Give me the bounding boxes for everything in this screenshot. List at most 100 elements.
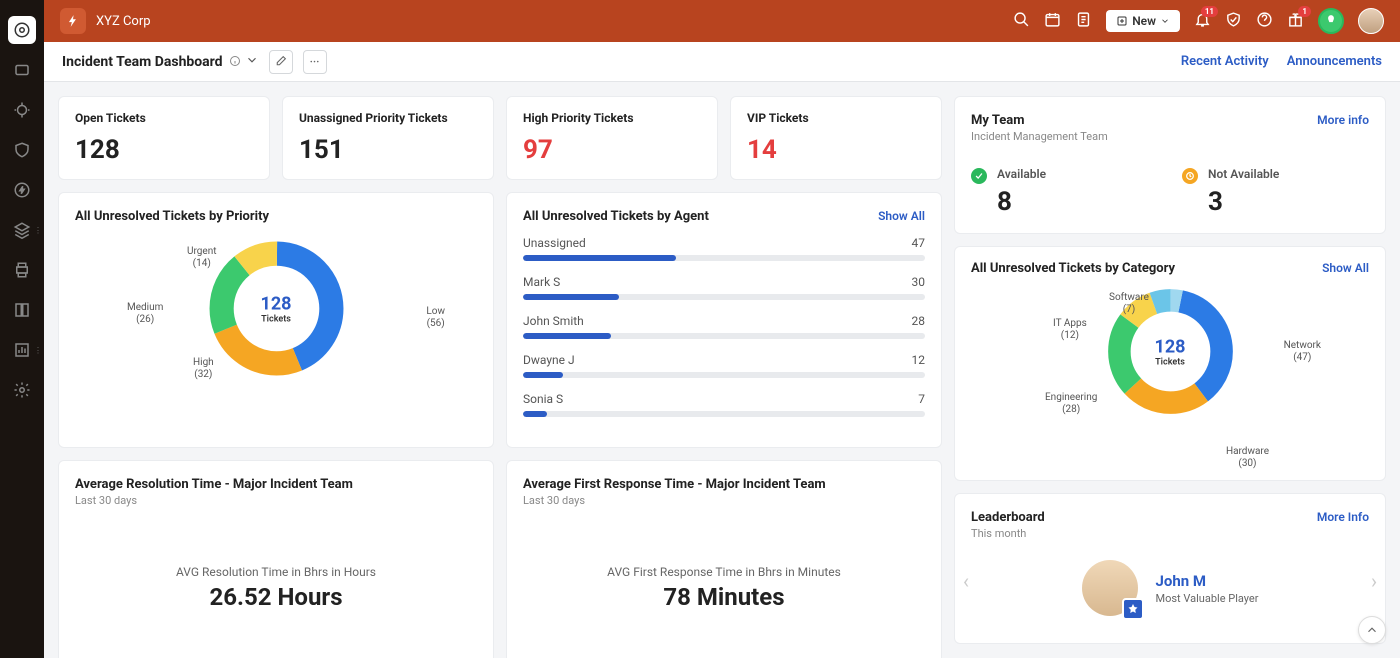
leader-more-info[interactable]: More Info <box>1317 510 1369 524</box>
help-icon[interactable] <box>1256 11 1273 32</box>
cat-label-software: Software(7) <box>1109 292 1149 316</box>
response-title: Average First Response Time - Major Inci… <box>523 477 925 492</box>
not-available-icon <box>1182 168 1198 184</box>
more-button[interactable] <box>303 50 327 74</box>
stat-label: Unassigned Priority Tickets <box>299 111 477 125</box>
not-available-label: Not Available <box>1208 167 1279 181</box>
leaderboard-card: More Info Leaderboard This month ‹ › Joh… <box>954 493 1386 644</box>
leader-avatar <box>1082 560 1138 616</box>
resolution-metric-value: 26.52 Hours <box>75 583 477 611</box>
stat-label: VIP Tickets <box>747 111 925 125</box>
agent-count: 28 <box>912 314 926 328</box>
stats-row: Open Tickets 128 Unassigned Priority Ticke… <box>58 96 942 180</box>
leader-name: John M <box>1156 572 1259 590</box>
sidebar-item-print[interactable] <box>8 256 36 284</box>
header: XYZ Corp New 11 1 <box>44 0 1400 42</box>
stat-label: High Priority Tickets <box>523 111 701 125</box>
mvp-badge-icon <box>1122 598 1144 620</box>
announcements-link[interactable]: Announcements <box>1287 54 1382 69</box>
stat-card[interactable]: Unassigned Priority Tickets 151 <box>282 96 494 180</box>
gift-icon[interactable]: 1 <box>1287 11 1304 32</box>
agent-name: Mark S <box>523 275 560 289</box>
agent-count: 7 <box>918 392 925 406</box>
category-total-label: Tickets <box>1155 357 1186 367</box>
agent-row: John Smith28 <box>523 314 925 339</box>
priority-card-title: All Unresolved Tickets by Priority <box>75 209 477 224</box>
sidebar-item-layers[interactable]: ⋮ <box>8 216 36 244</box>
resolution-metric-label: AVG Resolution Time in Bhrs in Hours <box>75 565 477 579</box>
priority-total: 128 <box>261 293 292 314</box>
agent-card: Show All All Unresolved Tickets by Agent… <box>506 192 942 448</box>
stat-card[interactable]: High Priority Tickets97 <box>506 96 718 180</box>
stat-label: Open Tickets <box>75 111 253 125</box>
category-title: All Unresolved Tickets by Category <box>971 261 1369 276</box>
new-button[interactable]: New <box>1106 10 1180 32</box>
subheader: Incident Team Dashboard Recent Activity … <box>44 42 1400 82</box>
info-icon[interactable] <box>229 52 241 71</box>
team-title: My Team <box>971 113 1369 128</box>
priority-donut: 128 Tickets <box>204 236 349 381</box>
leader-title: Leaderboard <box>971 510 1369 525</box>
sidebar-item-dashboard[interactable] <box>8 16 36 44</box>
sidebar: ⋮ ⋮ <box>0 0 44 658</box>
resolution-title: Average Resolution Time - Major Incident… <box>75 477 477 492</box>
agent-bar <box>523 333 925 339</box>
agent-row: Mark S30 <box>523 275 925 300</box>
resolution-card: Average Resolution Time - Major Incident… <box>58 460 494 658</box>
sidebar-item-reports[interactable]: ⋮ <box>8 336 36 364</box>
team-more-info[interactable]: More info <box>1317 113 1369 127</box>
donut-label-medium: Medium(26) <box>127 302 163 326</box>
stat-value: 128 <box>75 135 253 165</box>
resolution-sub: Last 30 days <box>75 494 477 507</box>
gift-badge: 1 <box>1298 6 1311 17</box>
sidebar-item-tickets[interactable] <box>8 56 36 84</box>
calendar-icon[interactable] <box>1044 11 1061 32</box>
scroll-top-button[interactable] <box>1358 616 1386 644</box>
sidebar-item-bug[interactable] <box>8 96 36 124</box>
stat-card[interactable]: VIP Tickets 14 <box>730 96 942 180</box>
team-sub: Incident Management Team <box>971 130 1369 143</box>
response-metric-label: AVG First Response Time in Bhrs in Minut… <box>523 565 925 579</box>
new-button-label: New <box>1132 14 1156 28</box>
team-card: More info My Team Incident Management Te… <box>954 96 1386 234</box>
notes-icon[interactable] <box>1075 11 1092 32</box>
stat-value: 151 <box>299 135 477 165</box>
sidebar-item-shield[interactable] <box>8 136 36 164</box>
recent-activity-link[interactable]: Recent Activity <box>1181 54 1269 69</box>
agent-card-title: All Unresolved Tickets by Agent <box>523 209 925 224</box>
cat-label-network: Network(47) <box>1284 340 1321 364</box>
page-title: Incident Team Dashboard <box>62 54 223 70</box>
category-total: 128 <box>1155 336 1186 357</box>
donut-label-urgent: Urgent(14) <box>187 246 217 270</box>
available-icon <box>971 168 987 184</box>
agent-show-all[interactable]: Show All <box>878 209 925 223</box>
sidebar-item-book[interactable] <box>8 296 36 324</box>
agent-bar <box>523 255 925 261</box>
leader-next[interactable]: › <box>1371 569 1377 593</box>
available-label: Available <box>997 167 1046 181</box>
donut-label-high: High(32) <box>193 357 214 381</box>
leader-prev[interactable]: ‹ <box>963 569 969 593</box>
category-card: Show All All Unresolved Tickets by Categ… <box>954 246 1386 481</box>
company-name: XYZ Corp <box>96 14 151 29</box>
user-avatar[interactable] <box>1358 8 1384 34</box>
category-show-all[interactable]: Show All <box>1322 261 1369 275</box>
agent-row: Dwayne J12 <box>523 353 925 378</box>
title-dropdown[interactable] <box>245 52 259 71</box>
stat-card[interactable]: Open Tickets 128 <box>58 96 270 180</box>
agent-name: Unassigned <box>523 236 586 250</box>
agent-count: 12 <box>912 353 926 367</box>
check-shield-icon[interactable] <box>1225 11 1242 32</box>
bell-icon[interactable]: 11 <box>1194 11 1211 32</box>
logo-icon <box>60 8 86 34</box>
sidebar-item-bolt[interactable] <box>8 176 36 204</box>
agent-bar <box>523 372 925 378</box>
search-icon[interactable] <box>1013 11 1030 32</box>
leader-sub: This month <box>971 527 1369 540</box>
stat-value: 14 <box>747 135 925 165</box>
leader-role: Most Valuable Player <box>1156 592 1259 605</box>
donut-label-low: Low(56) <box>426 306 445 330</box>
edit-button[interactable] <box>269 50 293 74</box>
sidebar-item-settings[interactable] <box>8 376 36 404</box>
org-avatar[interactable] <box>1318 8 1344 34</box>
